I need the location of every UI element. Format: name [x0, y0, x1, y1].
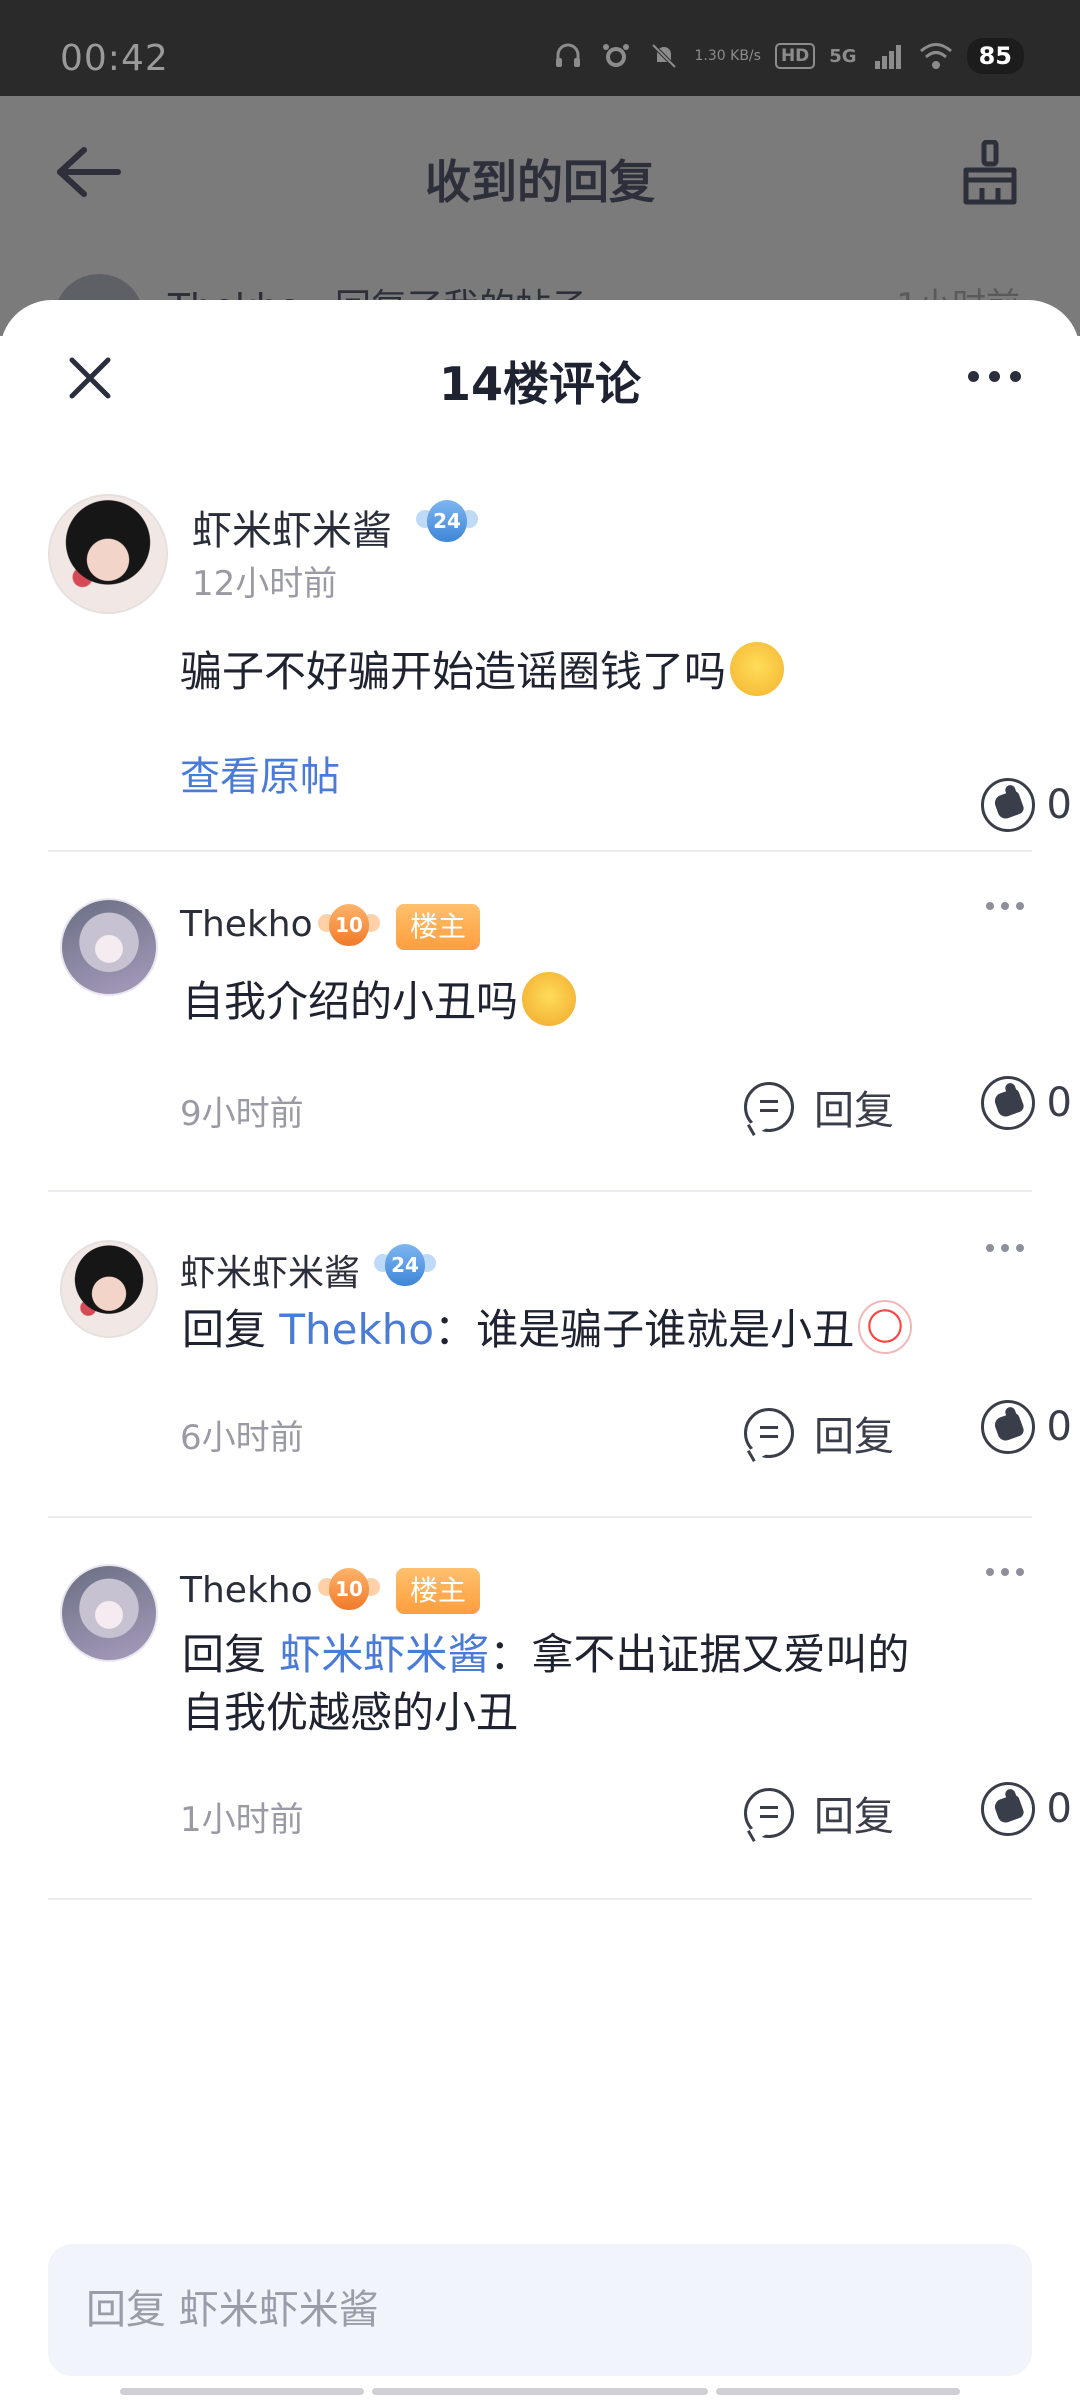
more-options-icon[interactable]	[954, 356, 1034, 396]
reply-content: 自我介绍的小丑吗	[182, 972, 577, 1031]
level-badge: 24	[374, 1240, 436, 1290]
divider	[48, 1898, 1032, 1900]
thumbs-up-icon	[980, 1400, 1035, 1454]
level-badge: 24	[416, 496, 478, 546]
clown-emoji-icon	[858, 1300, 913, 1354]
comment-sheet: 14楼评论 虾米虾米酱 24 12小时前 骗子不好骗开始造谣圈钱了吗 查看原帖 …	[0, 300, 1080, 2400]
thinking-emoji-icon	[522, 972, 577, 1026]
reply-label: 回复	[814, 1088, 894, 1134]
gesture-bar	[0, 2384, 1080, 2400]
username[interactable]: 虾米虾米酱	[192, 498, 392, 556]
wifi-icon	[919, 39, 953, 73]
username[interactable]: Thekho	[180, 1570, 313, 1611]
username[interactable]: 虾米虾米酱	[180, 1244, 360, 1296]
sheet-header: 14楼评论	[0, 300, 1080, 450]
comment-bubble-icon	[744, 1788, 794, 1838]
avatar[interactable]	[60, 1240, 158, 1338]
owner-tag: 楼主	[396, 1568, 481, 1614]
mute-bell-icon	[647, 39, 681, 73]
status-bar: 00:42 1.30 KB/s HD 5G 85	[0, 0, 1080, 96]
like-button[interactable]: 0	[980, 1076, 1072, 1130]
hd-badge: HD	[774, 43, 816, 69]
reply-input-box[interactable]	[48, 2244, 1032, 2376]
net-speed: 1.30 KB/s	[694, 47, 761, 64]
mention-link[interactable]: Thekho	[279, 1305, 434, 1354]
status-icons: 1.30 KB/s HD 5G 85	[551, 38, 1024, 74]
reply-content: 回复 Thekho：谁是骗子谁就是小丑	[182, 1300, 913, 1359]
like-count: 0	[1046, 1080, 1072, 1126]
sheet-title: 14楼评论	[438, 357, 641, 411]
reply-time: 1小时前	[180, 1800, 304, 1840]
like-count: 0	[1046, 782, 1072, 828]
avatar[interactable]	[48, 494, 168, 614]
like-count: 0	[1046, 1786, 1072, 1832]
divider	[48, 1516, 1032, 1518]
level-badge: 10	[318, 1564, 380, 1614]
reply-input[interactable]	[86, 2244, 986, 2376]
avatar[interactable]	[60, 1564, 158, 1662]
reply-button[interactable]: 回复	[744, 1784, 894, 1842]
thumbs-up-icon	[980, 1076, 1035, 1130]
reply-time: 6小时前	[180, 1418, 304, 1458]
divider	[48, 1190, 1032, 1192]
broom-icon[interactable]	[960, 139, 1020, 206]
like-button[interactable]: 0	[980, 778, 1072, 832]
comment-content: 骗子不好骗开始造谣圈钱了吗	[180, 642, 785, 701]
reply-label: 回复	[814, 1794, 894, 1840]
avatar[interactable]	[60, 898, 158, 996]
alarm-icon	[599, 39, 633, 73]
background-page-title: 收到的回复	[425, 155, 655, 209]
reply-button[interactable]: 回复	[744, 1404, 894, 1462]
reply-label: 回复	[814, 1414, 894, 1460]
status-time: 00:42	[60, 38, 169, 79]
reply-content: 回复 虾米虾米酱：拿不出证据又爱叫的 自我优越感的小丑	[182, 1630, 910, 1737]
username[interactable]: Thekho	[180, 904, 313, 945]
reply-button[interactable]: 回复	[744, 1078, 894, 1136]
more-options-icon[interactable]	[986, 1568, 1024, 1576]
signal-label: 5G	[829, 45, 857, 67]
laughing-emoji-icon	[730, 642, 785, 696]
reply-time: 9小时前	[180, 1094, 304, 1134]
view-original-link[interactable]: 查看原帖	[180, 744, 340, 802]
comment-bubble-icon	[744, 1408, 794, 1458]
level-badge: 10	[318, 900, 380, 950]
thumbs-up-icon	[980, 778, 1035, 832]
divider	[48, 850, 1032, 852]
comment-bubble-icon	[744, 1082, 794, 1132]
battery-indicator: 85	[966, 38, 1024, 74]
comment-time: 12小时前	[192, 564, 338, 604]
mention-link[interactable]: 虾米虾米酱	[279, 1630, 489, 1679]
like-count: 0	[1046, 1404, 1072, 1450]
owner-tag: 楼主	[396, 904, 481, 950]
headphones-icon	[551, 39, 585, 73]
more-options-icon[interactable]	[986, 1244, 1024, 1252]
like-button[interactable]: 0	[980, 1782, 1072, 1836]
signal-icon	[871, 39, 905, 73]
more-options-icon[interactable]	[986, 902, 1024, 910]
thumbs-up-icon	[980, 1782, 1035, 1836]
like-button[interactable]: 0	[980, 1400, 1072, 1454]
